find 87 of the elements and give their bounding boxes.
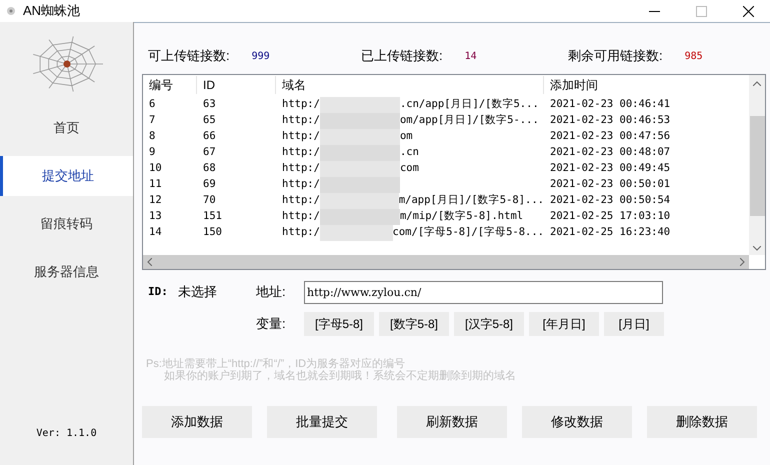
version-text: Ver: 1.1.0 — [35, 427, 98, 441]
variable-button[interactable]: [汉字5-8] — [454, 312, 524, 336]
variable-button[interactable]: [月日] — [604, 312, 664, 336]
table-cell-text: 151 — [202, 209, 223, 224]
variable-button[interactable]: [年月日] — [529, 312, 599, 336]
action-button[interactable]: 添加数据 — [142, 406, 252, 438]
table-cell-text: http:/ — [282, 177, 320, 192]
table-cell-text: 2021-02-25 16:23:40 — [549, 225, 670, 240]
scroll-left-icon[interactable] — [147, 258, 152, 266]
table-cell-text: m/app[月日]/[数字5-8]... — [398, 193, 544, 208]
variable-button[interactable]: [数字5-8] — [379, 312, 449, 336]
action-button[interactable]: 批量提交 — [267, 406, 377, 438]
column-header[interactable]: 域名 — [276, 76, 544, 94]
table-cell-text: 63 — [202, 97, 217, 112]
table-cell-text: 2021-02-23 00:46:53 — [549, 113, 670, 128]
scroll-right-icon[interactable] — [740, 258, 745, 266]
table-cell-text: http:/ — [282, 225, 320, 240]
address-label: 地址: — [256, 283, 287, 302]
table-cell-text: .cn — [400, 145, 419, 160]
scrollbar-thumb[interactable] — [750, 116, 764, 216]
table-cell-text: 10 — [148, 161, 163, 176]
address-field[interactable]: http://www.zylou.cn/ — [304, 280, 663, 304]
table-cell-text: 66 — [202, 129, 217, 144]
table-cell-text: 12 — [148, 193, 163, 208]
table-cell-text: com — [400, 161, 419, 176]
table-cell-text: http:/ — [282, 161, 320, 176]
window-title: AN蜘蛛池 — [23, 2, 80, 20]
stat-value: 985 — [684, 50, 703, 64]
table-cell-text: 2021-02-23 00:46:41 — [549, 97, 670, 112]
stat-value: 999 — [252, 50, 270, 64]
table-cell-text: 2021-02-23 00:50:01 — [549, 177, 670, 192]
table-cell-text: 2021-02-23 00:49:45 — [549, 161, 670, 176]
table-cell-text: http:/ — [282, 145, 320, 160]
table-cell-text: 65 — [202, 113, 217, 128]
hint-text: Ps:地址需要带上“http://”和“/”，ID为服务器对应的编号 — [146, 358, 406, 370]
table-cell-text: om/app[月日]/[数字5-... — [400, 113, 539, 128]
table-cell-text: .cn/app[月日]/[数字5... — [400, 97, 539, 112]
app-icon — [5, 5, 17, 17]
table-cell-text: http:/ — [282, 193, 320, 208]
table-cell-text: 70 — [202, 193, 217, 208]
table-cell-text: 7 — [148, 113, 156, 128]
scroll-up-icon[interactable] — [753, 81, 761, 86]
sidebar-item[interactable]: 服务器信息 — [0, 252, 133, 292]
table-cell-text: 9 — [148, 145, 156, 160]
table-cell-text: 2021-02-25 17:03:10 — [549, 209, 670, 224]
table-cell-text: m/mip/[数字5-8].html — [400, 209, 524, 224]
sidebar-item[interactable]: 留痕转码 — [0, 204, 133, 244]
action-button[interactable]: 修改数据 — [522, 406, 632, 438]
maximize-icon[interactable] — [696, 6, 707, 16]
sidebar-item[interactable]: 提交地址 — [0, 156, 133, 196]
table-cell-text: 69 — [202, 177, 217, 192]
stat-value: 14 — [464, 50, 477, 64]
column-header[interactable]: 编号 — [143, 76, 197, 94]
action-button[interactable]: 删除数据 — [647, 406, 757, 438]
table-cell-text: om — [400, 129, 413, 144]
table-cell-text: 2021-02-23 00:50:54 — [549, 193, 670, 208]
table-cell-text: 67 — [202, 145, 217, 160]
variables-label: 变量: — [256, 315, 287, 334]
table-cell-text: com/[字母5-8]/[字母5-8... — [392, 225, 544, 240]
table-cell-text: http:/ — [282, 129, 320, 144]
table-cell-text: http:/ — [282, 113, 320, 128]
table-cell-text: 8 — [148, 129, 156, 144]
table-cell-text: 11 — [148, 177, 163, 192]
action-button[interactable]: 刷新数据 — [397, 406, 507, 438]
table-cell-text: 68 — [202, 161, 217, 176]
table-cell-text: 6 — [148, 97, 156, 112]
close-icon[interactable] — [743, 6, 754, 16]
id-value: 未选择 — [178, 283, 218, 302]
stat-label: 已上传链接数: — [361, 47, 443, 66]
table-cell-text: 2021-02-23 00:47:56 — [549, 129, 670, 144]
hint-text: 如果你的账户到期了，域名也就会到期哦！系统会不定期删除到期的域名 — [164, 370, 517, 382]
table-cell-text: http:/ — [282, 209, 320, 224]
table-cell-text: http:/ — [282, 97, 320, 112]
table-cell-text: 14 — [148, 225, 163, 240]
stat-label: 剩余可用链接数: — [568, 47, 663, 66]
table-cell-text: 13 — [148, 209, 163, 224]
id-label: ID: — [148, 284, 169, 300]
scroll-down-icon[interactable] — [753, 246, 761, 251]
table-cell-text: 150 — [202, 225, 223, 240]
table-cell-text: 2021-02-23 00:48:07 — [549, 145, 670, 160]
horizontal-scrollbar[interactable] — [143, 255, 749, 269]
stat-label: 可上传链接数: — [148, 47, 230, 66]
column-header[interactable]: ID — [197, 76, 276, 94]
variable-button[interactable]: [字母5-8] — [304, 312, 374, 336]
vertical-scrollbar[interactable] — [749, 75, 765, 255]
sidebar-item[interactable]: 首页 — [0, 108, 133, 148]
column-header[interactable]: 添加时间 — [544, 76, 664, 94]
